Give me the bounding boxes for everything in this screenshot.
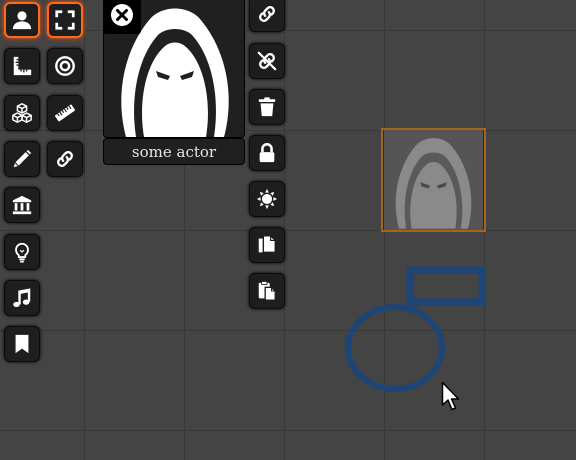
- select-targets-button[interactable]: [47, 2, 83, 38]
- links-button[interactable]: [47, 141, 83, 177]
- unlink-icon: [256, 50, 278, 72]
- copy-button[interactable]: [249, 227, 285, 263]
- close-hud-button[interactable]: [103, 0, 141, 34]
- rectangle-drawing[interactable]: [406, 266, 486, 306]
- pencil-icon: [11, 148, 33, 170]
- person-icon: [11, 9, 33, 31]
- trash-icon: [256, 96, 278, 118]
- target-icon: [54, 55, 76, 77]
- paste-icon: [256, 280, 278, 302]
- target-button[interactable]: [47, 48, 83, 84]
- paste-button[interactable]: [249, 273, 285, 309]
- measure-button[interactable]: [4, 48, 40, 84]
- lock-icon: [256, 142, 278, 164]
- sounds-button[interactable]: [4, 280, 40, 316]
- lighting-button[interactable]: [4, 234, 40, 270]
- cubes-icon: [11, 102, 33, 124]
- token-controls-button[interactable]: [4, 2, 40, 38]
- actor-token[interactable]: [381, 128, 486, 232]
- mouse-cursor-icon: [441, 381, 460, 411]
- ruler-square-icon: [11, 55, 33, 77]
- ellipse-drawing[interactable]: [343, 302, 447, 394]
- close-icon: [110, 3, 134, 27]
- notes-button[interactable]: [4, 326, 40, 362]
- music-icon: [11, 287, 33, 309]
- lock-button[interactable]: [249, 135, 285, 171]
- unlink-button[interactable]: [249, 43, 285, 79]
- configure-button[interactable]: [249, 181, 285, 217]
- walls-button[interactable]: [4, 187, 40, 223]
- link-button[interactable]: [249, 0, 285, 32]
- hooded-figure-icon: [383, 130, 484, 234]
- building-icon: [11, 194, 33, 216]
- drawing-button[interactable]: [4, 141, 40, 177]
- gear-sun-icon: [256, 188, 278, 210]
- ruler-button[interactable]: [47, 95, 83, 131]
- expand-icon: [54, 9, 76, 31]
- link-icon: [54, 148, 76, 170]
- bookmark-icon: [11, 333, 33, 355]
- delete-button[interactable]: [249, 89, 285, 125]
- tiles-button[interactable]: [4, 95, 40, 131]
- link-icon: [256, 3, 278, 25]
- actor-name: some actor: [131, 142, 217, 161]
- actor-name-label: some actor: [103, 138, 245, 165]
- ruler-icon: [54, 102, 76, 124]
- lightbulb-icon: [11, 241, 33, 263]
- copy-icon: [256, 234, 278, 256]
